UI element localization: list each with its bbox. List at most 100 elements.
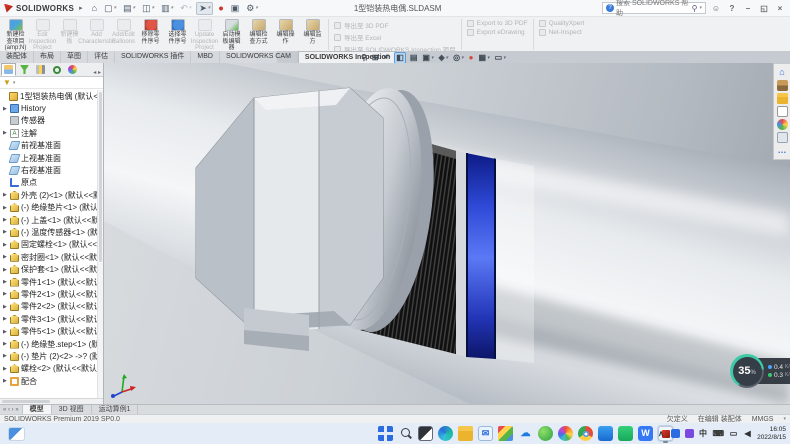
new-inspection-project-button[interactable]: 新建检 查项目 (amp;N) [2,18,29,51]
select-balloons-button[interactable]: 选择零 件序号 [164,18,191,51]
zoom-fit-icon[interactable]: ⚲▾ [360,52,368,64]
expand-arrow-icon[interactable]: ▶ [3,304,10,310]
new-document-icon[interactable]: ▢▾ [102,2,118,15]
volume-icon[interactable]: ◀ [743,428,752,439]
expand-arrow-icon[interactable]: ▶ [3,106,10,112]
search-help-box[interactable]: ? 搜索 SOLIDWORKS 帮助 ⚲ ▾ [602,2,706,14]
tree-item[interactable]: ▶ 零件3<1> (默认<<默认>_显示状 [0,313,103,325]
doc-tab-scroll-buttons[interactable]: « ‹ › » [0,405,23,414]
custom-properties-icon[interactable] [777,132,788,143]
tab-evaluate[interactable]: 评估 [88,51,115,63]
select-icon[interactable]: ➤▾ [196,2,213,15]
restore-icon[interactable]: ◱ [758,2,770,15]
tree-vertical-scrollbar[interactable] [97,90,103,398]
taskbar-360-icon[interactable] [538,426,553,441]
taskbar-taskview-icon[interactable] [418,426,433,441]
net-speed-badge[interactable]: 0.4 K/s 0.3 K/s 35% [730,354,764,388]
home-icon[interactable]: ⌂▾ [90,2,99,15]
previous-view-icon[interactable]: ↶▾ [383,52,392,64]
tree-item[interactable]: ▶ 原点 [0,177,103,189]
taskbar-pinwheel-icon[interactable] [558,426,573,441]
tree-item[interactable]: ▶ 螺栓<2> (默认<<默认>_显示状态 [0,363,103,375]
export-menu-item[interactable]: Export to 3D PDF [467,20,528,27]
export-menu-item[interactable]: Export eDrawing [467,29,528,36]
view-settings-icon[interactable]: ▭▾ [494,52,507,64]
display-style-icon[interactable]: ◈▾ [437,52,449,64]
dynamic-annotation-icon[interactable]: ▤▾ [409,52,419,64]
tab-sketch[interactable]: 草图 [61,51,88,63]
taskbar-wps-icon[interactable]: W [638,426,653,441]
doc-tab-motionstudy[interactable]: 运动算例1 [92,405,139,414]
sign-in-icon[interactable]: ☺ [710,2,722,15]
assembly-3d-model[interactable] [104,63,790,404]
ime-language-indicator[interactable]: 中 [699,428,708,439]
expand-arrow-icon[interactable]: ▶ [3,279,10,285]
tab-assembly[interactable]: 装配体 [0,51,34,63]
display-icon[interactable]: ▭ [729,428,738,439]
tree-item[interactable]: ▶ (-) 绝缘垫片<1> (默认<<默认>_显 [0,202,103,214]
help-menu-icon[interactable]: ? [726,2,738,15]
status-units-caret-icon[interactable]: ▾ [783,416,786,422]
doc-tab-3dviews[interactable]: 3D 视图 [52,405,92,414]
displaymanager-tab[interactable] [65,63,80,76]
tray-shield-icon[interactable] [685,429,694,438]
expand-arrow-icon[interactable]: ▶ [3,378,10,384]
apply-scene-icon[interactable]: ▦▾ [477,52,490,64]
taskbar-start-icon[interactable] [378,426,393,441]
widgets-icon[interactable] [8,427,25,441]
expand-arrow-icon[interactable]: ▶ [3,205,10,211]
print-icon[interactable]: ▥▾ [159,2,175,15]
edit-operations-button[interactable]: 编辑操 作 [272,18,299,51]
tree-item[interactable]: ▶ 零件2<2> (默认<<默认>_显示状 [0,301,103,313]
add-edit-balloons-button[interactable]: Add/Edit Balloons [110,18,137,51]
taskbar-chrome-icon[interactable] [578,426,593,441]
taskbar-store-icon[interactable] [498,426,513,441]
expand-arrow-icon[interactable]: ▶ [3,341,10,347]
export-menu-item[interactable]: 导出至 Excel [334,32,456,42]
expand-arrow-icon[interactable]: ▶ [3,217,10,223]
tree-filter-row[interactable]: ▼ ▾ [0,77,103,89]
edit-inspection-methods-button[interactable]: 编辑检 查方式 [245,18,272,51]
options-icon[interactable]: ⚙▾ [244,2,260,15]
tab-addins[interactable]: SOLIDWORKS 插件 [115,51,191,63]
open-icon[interactable]: ▤▾ [121,2,137,15]
expand-arrow-icon[interactable]: ▶ [3,329,10,335]
export-menu-item[interactable]: 导出至 SOLIDWORKS Inspection 项目 [334,44,456,51]
taskbar-green-app-icon[interactable] [618,426,633,441]
tree-item[interactable]: ▶ History [0,102,103,114]
tree-item[interactable]: ▶ 配合 [0,375,103,387]
tray-chevron-icon[interactable]: ∧ [657,428,666,439]
expand-arrow-icon[interactable]: ▶ [3,229,10,235]
export-menu-item[interactable]: 导出至 3D PDF [334,20,456,30]
tree-item[interactable]: ▶ 前视基准面 [0,140,103,152]
expand-arrow-icon[interactable]: ▶ [3,254,10,260]
close-icon[interactable]: × [774,2,786,15]
edit-appearance-icon[interactable]: ●▾ [468,52,475,64]
tree-horizontal-scrollbar[interactable] [0,398,103,404]
expand-arrow-icon[interactable]: ▶ [3,242,10,248]
taskbar-mail-icon[interactable]: ✉ [478,426,493,441]
remove-balloons-button[interactable]: 移除零 件序号 [137,18,164,51]
tree-item[interactable]: ▶ (-) 温度传感器<1> (默认<<默认>_ [0,226,103,238]
featuremanager-tab[interactable] [1,63,16,76]
tab-mbd[interactable]: MBD [191,51,220,63]
tree-item[interactable]: ▶ 保护套<1> (默认<<默认>_显示状 [0,263,103,275]
design-library-icon[interactable] [777,80,788,91]
quality-menu-item[interactable]: Net-Inspect [539,29,585,36]
tab-layout[interactable]: 布局 [34,51,61,63]
doc-tab-model[interactable]: 模型 [23,405,52,414]
edit-inspection-project-button[interactable]: Edit Inspection Project [29,18,56,51]
propertymanager-tab[interactable] [17,63,32,76]
expand-arrow-icon[interactable]: ▶ [3,192,10,198]
hide-show-items-icon[interactable]: ◎▾ [452,52,465,64]
tree-item[interactable]: ▶ (-) 上盖<1> (默认<<默认>_显示状 [0,214,103,226]
forum-icon[interactable]: … [777,145,788,156]
tree-item[interactable]: ▶ 注解 [0,127,103,139]
ime-keyboard-icon[interactable]: ⌨ [713,428,725,439]
appearances-scenes-icon[interactable] [777,119,788,130]
tree-item[interactable]: ▶ (-) 垫片 (2)<2> ->? (默认<<默认 [0,350,103,362]
edit-gages-button[interactable]: 编辑监 方 [299,18,326,51]
expand-arrow-icon[interactable]: ▶ [3,366,10,372]
zoom-area-icon[interactable]: ⊞▾ [371,52,380,64]
tree-item[interactable]: ▶ 上视基准面 [0,152,103,164]
